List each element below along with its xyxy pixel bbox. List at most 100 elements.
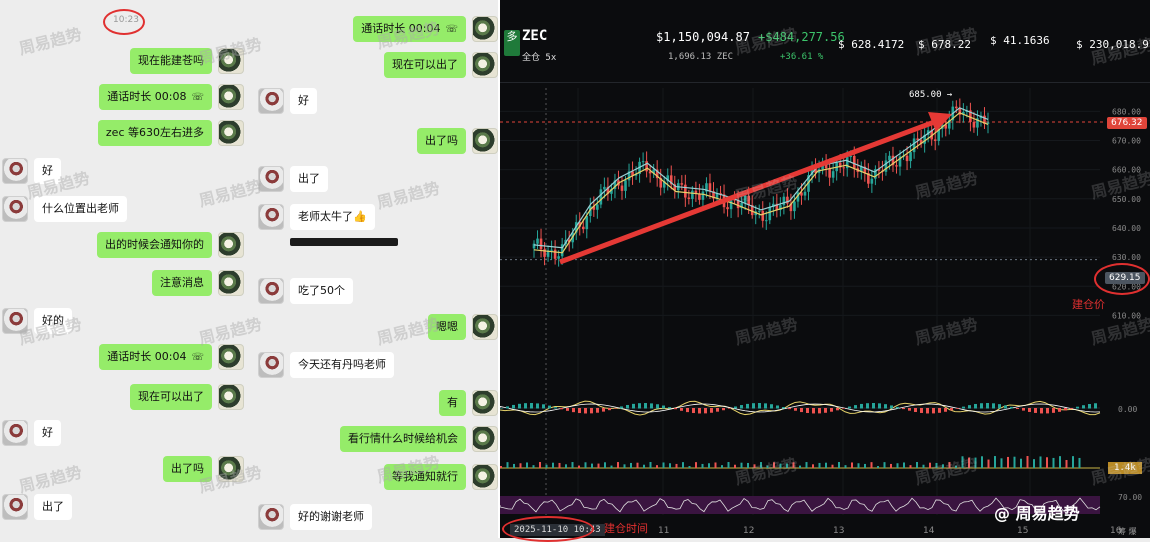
chat-message[interactable]: 等我通知就行 (384, 464, 466, 490)
candle-body (933, 139, 937, 141)
volume-bar (584, 462, 587, 468)
candle-body (757, 210, 761, 212)
chat-message-text: 好 (42, 164, 53, 177)
symbol-name: ZEC (522, 28, 548, 44)
chat-message[interactable]: zec 等630左右进多 (97, 120, 212, 146)
contact-avatar[interactable] (258, 352, 284, 378)
macd-histogram-bar (590, 408, 593, 414)
contact-avatar[interactable] (2, 308, 28, 334)
chat-message[interactable]: 通话时长 00:08 ☏ (99, 84, 212, 110)
macd-histogram-bar (728, 408, 731, 409)
chat-message[interactable]: 看行情什么时候给机会 (340, 426, 466, 452)
chat-message[interactable]: 好的 (34, 308, 72, 334)
contact-avatar[interactable] (258, 204, 284, 230)
my-avatar[interactable] (472, 426, 498, 452)
volume-bar (890, 463, 892, 468)
rsi-level-label: 70.00 (1118, 493, 1143, 502)
volume-bar (1059, 456, 1061, 468)
volume-bar (1039, 456, 1042, 468)
candle-body (842, 167, 846, 169)
chat-message[interactable]: 出的时候会通知你的 (97, 232, 212, 258)
macd-histogram-bar (668, 407, 671, 409)
volume-tag: 1.4k (1108, 462, 1142, 474)
contact-avatar[interactable] (2, 196, 28, 222)
chat-message-text: 好的 (42, 314, 64, 327)
chat-message[interactable]: 注意消息 (152, 270, 212, 296)
header-divider (500, 82, 1150, 83)
macd-histogram-bar (956, 408, 959, 409)
entry-price-stat: $ 628.4172 (838, 38, 905, 51)
chat-message[interactable]: 吃了50个 (290, 278, 353, 304)
my-avatar[interactable] (218, 456, 244, 482)
chat-message[interactable]: 好 (34, 158, 61, 184)
my-avatar[interactable] (218, 344, 244, 370)
macd-histogram-bar (776, 405, 779, 409)
volume-bar (805, 462, 808, 468)
contact-avatar[interactable] (258, 278, 284, 304)
my-avatar[interactable] (218, 232, 244, 258)
chat-message[interactable]: 今天还有丹吗老师 (290, 352, 394, 378)
macd-histogram-bar (926, 408, 929, 414)
chat-message[interactable]: 有 (439, 390, 466, 416)
contact-avatar[interactable] (2, 420, 28, 446)
chat-message[interactable]: 通话时长 00:04 ☏ (353, 16, 466, 42)
volume-bar (675, 463, 678, 468)
macd-histogram-bar (506, 406, 509, 409)
volume-bar (760, 462, 762, 468)
macd-histogram-bar (800, 408, 803, 413)
volume-bar (929, 462, 931, 468)
volume-bar (1026, 456, 1029, 468)
macd-histogram-bar (752, 403, 755, 409)
my-avatar[interactable] (472, 314, 498, 340)
volume-bar (578, 465, 580, 468)
my-avatar[interactable] (218, 270, 244, 296)
candle-body (536, 238, 539, 244)
contact-avatar[interactable] (2, 158, 28, 184)
macd-histogram-bar (1088, 404, 1091, 409)
candle-body (888, 155, 891, 161)
price-chart-svg: 680.00670.00660.00650.00640.00630.00620.… (500, 82, 1150, 536)
chat-message[interactable]: 通话时长 00:04 ☏ (99, 344, 212, 370)
my-avatar[interactable] (218, 84, 244, 110)
chat-message[interactable]: 现在可以出了 (384, 52, 466, 78)
chat-message[interactable]: 出了 (290, 166, 328, 192)
my-avatar[interactable] (218, 120, 244, 146)
macd-histogram-bar (1076, 406, 1079, 409)
chat-message[interactable]: 嗯嗯 (428, 314, 466, 340)
macd-histogram-bar (620, 406, 623, 409)
chat-message[interactable]: 现在可以出了 (130, 384, 212, 410)
y-tick-label: 640.00 (1112, 224, 1141, 233)
volume-bar (883, 462, 886, 468)
macd-histogram-bar (650, 403, 653, 409)
macd-histogram-bar (740, 405, 743, 409)
chat-message[interactable]: 出了吗 (163, 456, 212, 482)
volume-bar (636, 462, 639, 468)
contact-avatar[interactable] (258, 166, 284, 192)
volume-bar (623, 464, 626, 468)
macd-histogram-bar (854, 405, 857, 409)
chat-message[interactable]: 老师太牛了👍 (290, 204, 375, 230)
volume-bar (766, 465, 769, 468)
my-avatar[interactable] (472, 128, 498, 154)
chat-message[interactable]: 出了 (34, 494, 72, 520)
contact-avatar[interactable] (2, 494, 28, 520)
contact-avatar[interactable] (258, 504, 284, 530)
volume-bar (1078, 457, 1081, 468)
my-avatar[interactable] (472, 464, 498, 490)
my-avatar[interactable] (218, 48, 244, 74)
my-avatar[interactable] (472, 52, 498, 78)
macd-histogram-bar (686, 408, 689, 413)
chat-message[interactable]: 好的谢谢老师 (290, 504, 372, 530)
candle-body (620, 185, 624, 191)
my-avatar[interactable] (218, 384, 244, 410)
chat-message[interactable]: 出了吗 (417, 128, 466, 154)
my-avatar[interactable] (472, 16, 498, 42)
candle-body (596, 204, 599, 210)
chat-message[interactable]: 好 (290, 88, 317, 114)
chat-message[interactable]: 什么位置出老师 (34, 196, 127, 222)
macd-histogram-bar (710, 408, 713, 413)
chat-message[interactable]: 现在能建苍吗 (130, 48, 212, 74)
my-avatar[interactable] (472, 390, 498, 416)
contact-avatar[interactable] (258, 88, 284, 114)
chat-message[interactable]: 好 (34, 420, 61, 446)
